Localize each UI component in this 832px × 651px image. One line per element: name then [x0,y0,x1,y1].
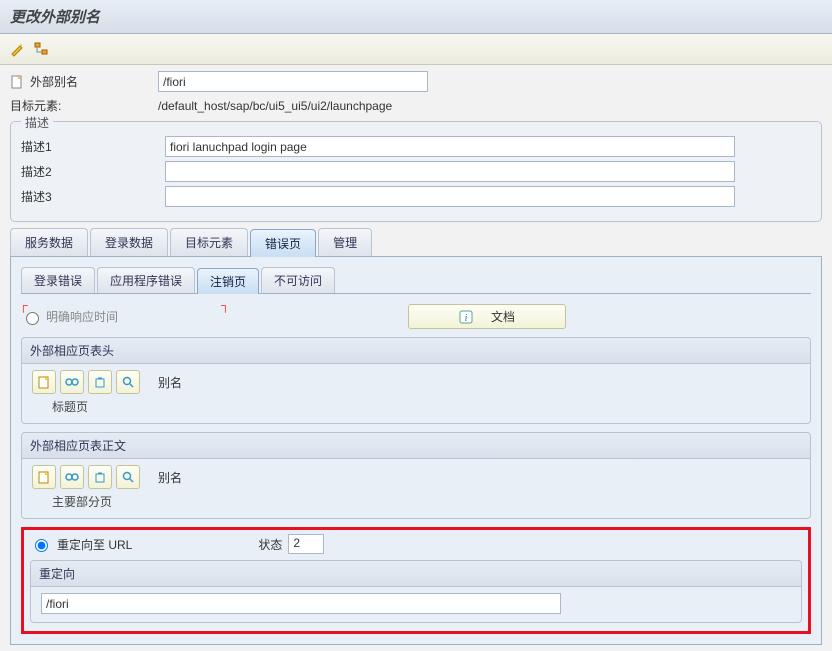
tab-error-page[interactable]: 错误页 [250,229,316,257]
target-value [154,96,602,115]
body-page-box: 外部相应页表正文 别名 主要部分页 [21,432,811,519]
delete-button-1[interactable] [88,370,112,394]
body-page-box-title: 外部相应页表正文 [22,433,810,459]
explicit-response-radio[interactable] [26,312,39,325]
tab-logon-data[interactable]: 登录数据 [90,228,168,256]
alias-input[interactable] [158,71,428,92]
tab-target-element[interactable]: 目标元素 [170,228,248,256]
document-button-label: 文档 [491,308,515,325]
desc3-input[interactable] [165,186,735,207]
find-button-1[interactable] [116,370,140,394]
display-button-2[interactable] [60,465,84,489]
desc2-label: 描述2 [21,163,161,180]
target-label: 目标元素: [10,97,150,114]
tab-admin[interactable]: 管理 [318,228,372,256]
delete-button-2[interactable] [88,465,112,489]
display-button-1[interactable] [60,370,84,394]
body-page-sublabel: 主要部分页 [52,493,800,510]
inner-tab-logoff-page[interactable]: 注销页 [197,268,259,294]
document-button[interactable]: i 文档 [408,304,566,329]
inner-tab-logon-error[interactable]: 登录错误 [21,267,95,293]
redirect-box: 重定向 [30,560,802,623]
description-group-title: 描述 [21,114,53,131]
alias-label-2: 别名 [158,469,182,486]
desc1-input[interactable] [165,136,735,157]
page-icon [10,75,26,89]
redirect-box-title: 重定向 [31,561,801,587]
alias-label-1: 别名 [158,374,182,391]
find-button-2[interactable] [116,465,140,489]
desc2-input[interactable] [165,161,735,182]
bracket-tl: ┌ [19,298,28,312]
tab-service-data[interactable]: 服务数据 [10,228,88,256]
desc3-label: 描述3 [21,188,161,205]
new-button-1[interactable] [32,370,56,394]
header-page-box-title: 外部相应页表头 [22,338,810,364]
bracket-tr: ┐ [221,298,230,312]
header-page-box: 外部相应页表头 别名 标题页 [21,337,811,424]
status-label: 状态 [258,536,282,553]
desc1-label: 描述1 [21,138,161,155]
tree-icon[interactable] [32,40,50,58]
svg-text:i: i [465,313,468,324]
page-title: 更改外部别名 [10,9,100,26]
toolbar [0,34,832,65]
header-page-sublabel: 标题页 [52,398,800,415]
redirect-highlight-frame: 重定向至 URL 状态 2 重定向 [21,527,811,634]
inner-tab-app-error[interactable]: 应用程序错误 [97,267,195,293]
info-icon: i [459,310,473,324]
alias-label: 外部别名 [30,73,154,90]
status-value[interactable]: 2 [288,534,324,554]
new-button-2[interactable] [32,465,56,489]
main-tabstrip: 服务数据 登录数据 目标元素 错误页 管理 登录错误 应用程序错误 注销页 不可… [10,228,822,645]
description-group: 描述 描述1 描述2 描述3 [10,121,822,222]
explicit-response-label: 明确响应时间 [46,308,118,325]
wand-icon[interactable] [8,40,26,58]
inner-tab-not-accessible[interactable]: 不可访问 [261,267,335,293]
redirect-radio[interactable] [35,539,48,552]
redirect-label: 重定向至 URL [57,536,132,553]
